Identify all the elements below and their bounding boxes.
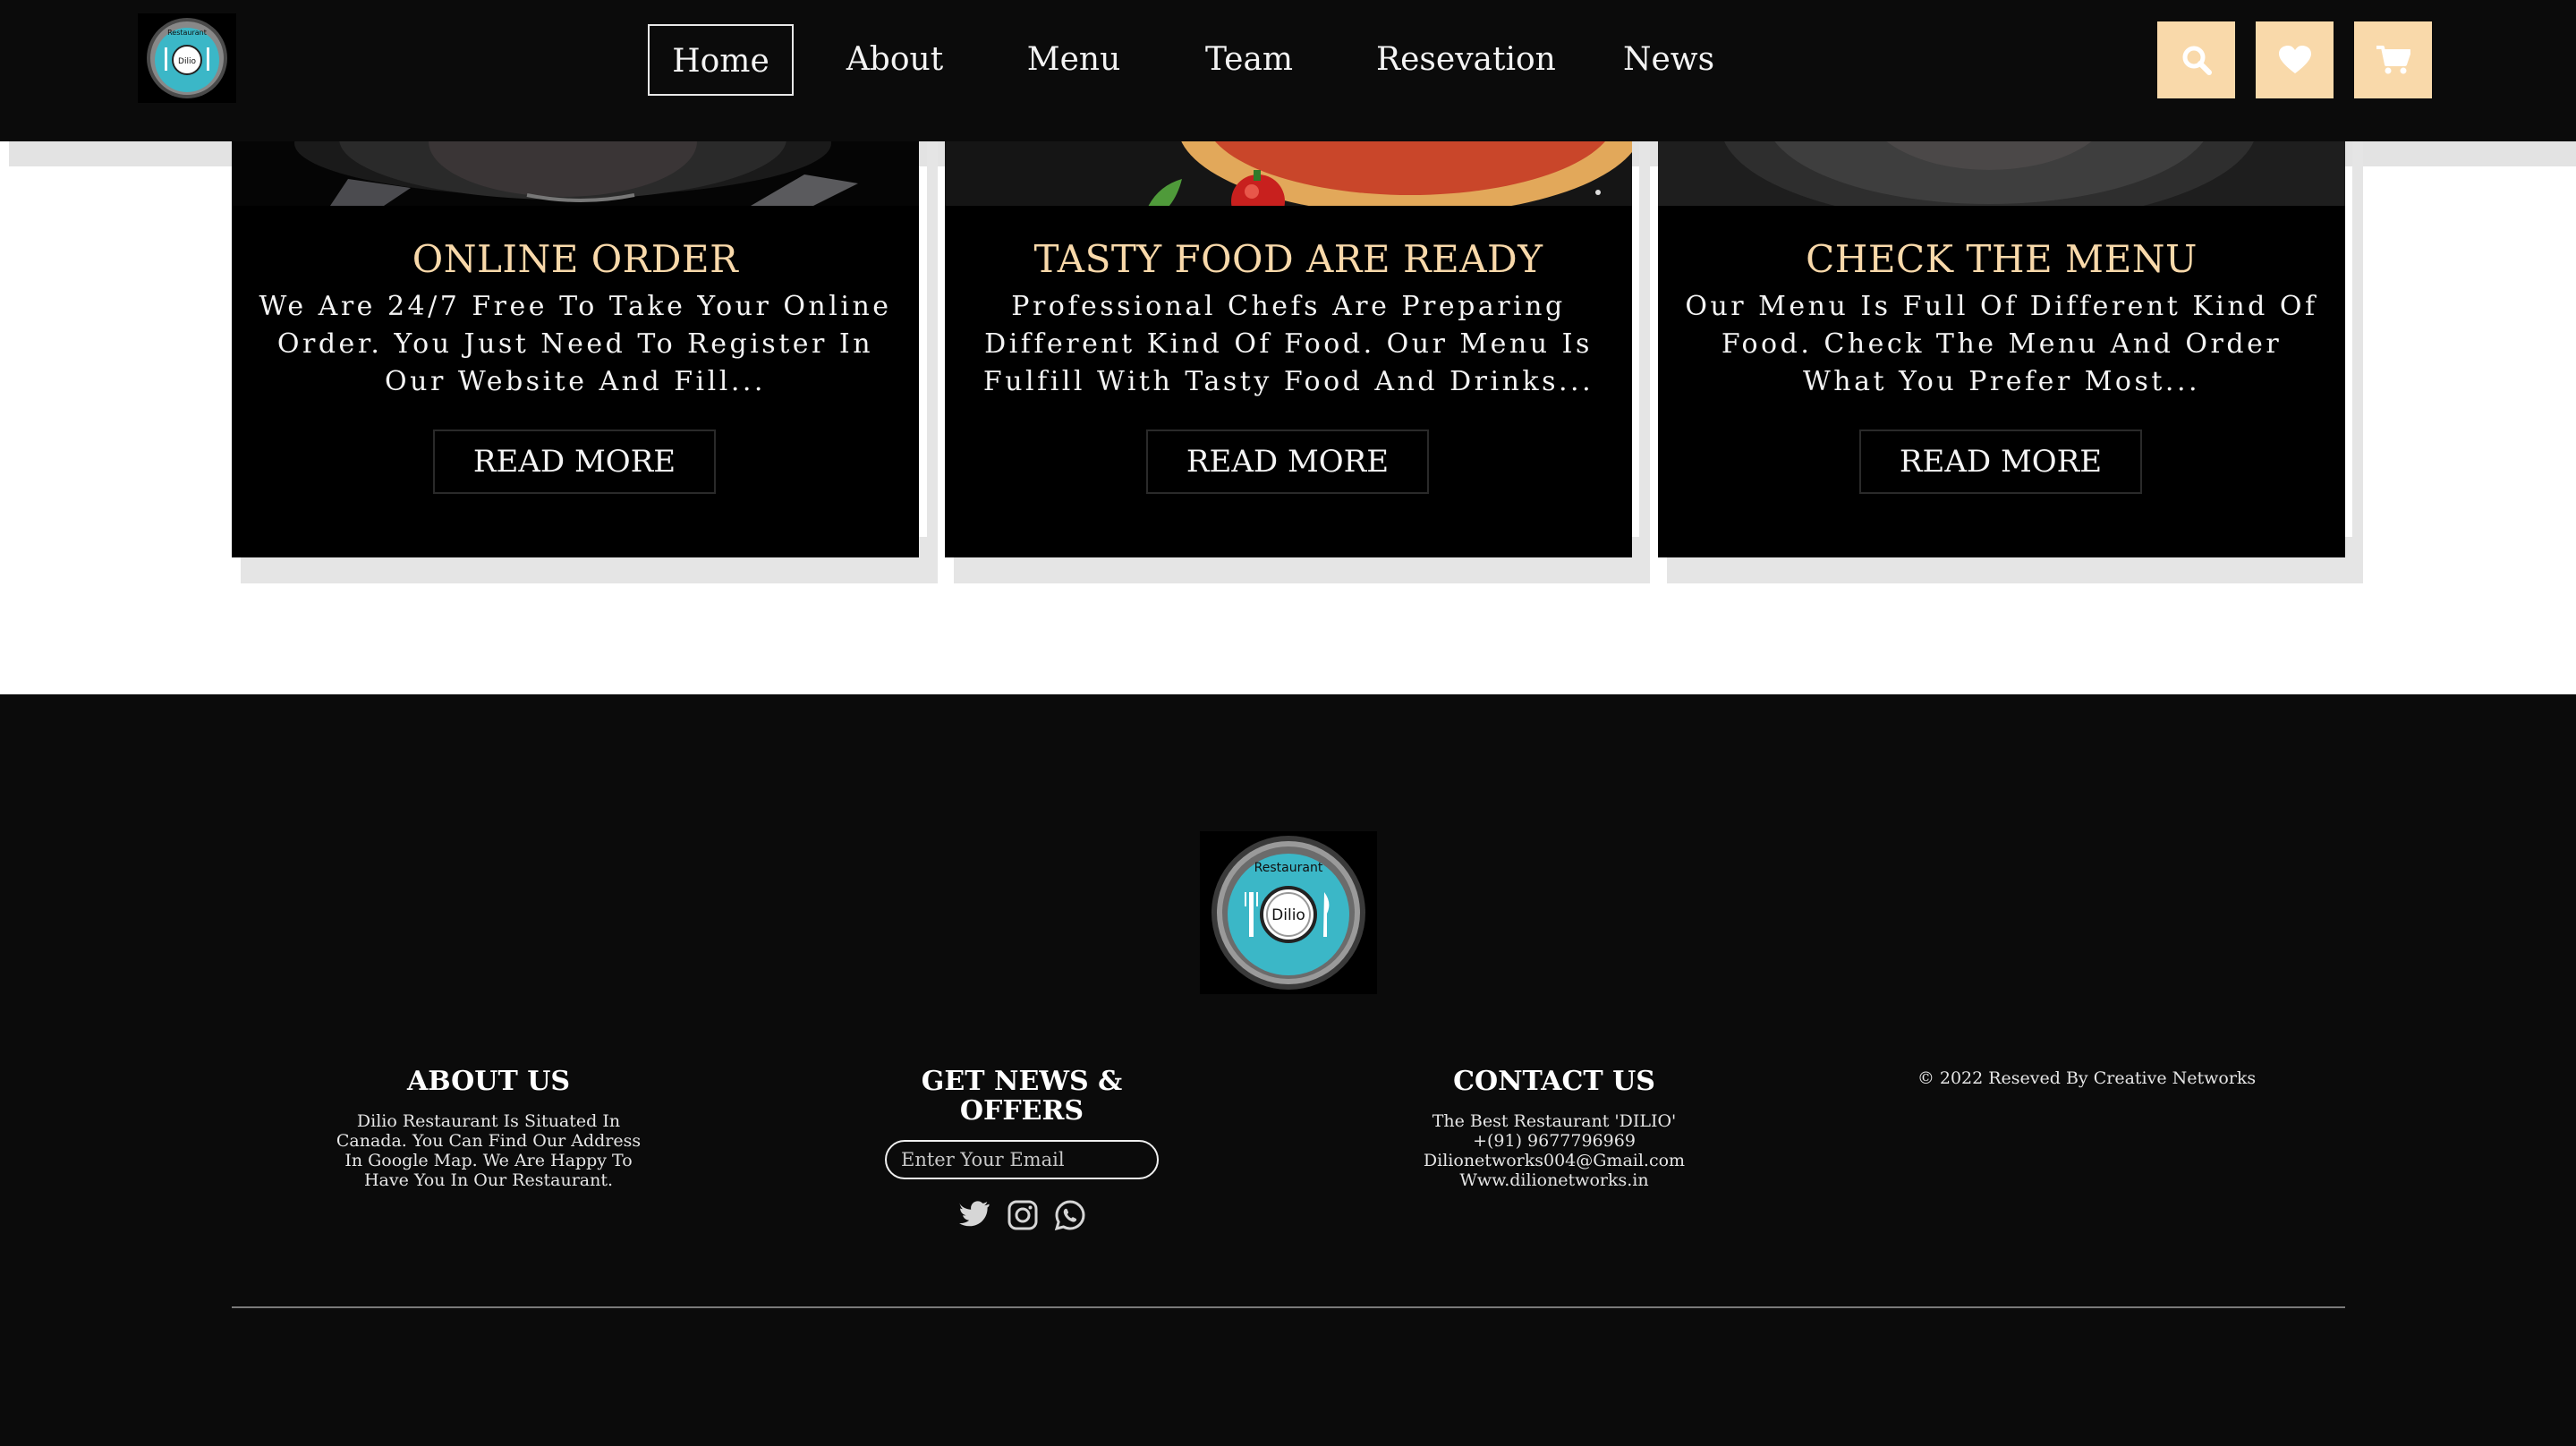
copyright-text: © 2022 Reseved By Creative Networks — [1917, 1068, 2257, 1088]
footer-logo[interactable]: Dilio Restaurant — [1200, 831, 1377, 994]
instagram-icon — [1007, 1200, 1038, 1230]
card-description: Professional Chefs Are Preparing Differe… — [982, 291, 1594, 397]
card-tasty-food: TASTY FOOD ARE READY Professional Chefs … — [945, 89, 1632, 557]
twitter-link[interactable] — [958, 1199, 990, 1231]
contact-email[interactable]: Dilionetworks004@Gmail.com — [1375, 1151, 1733, 1170]
nav-home[interactable]: Home — [648, 24, 794, 96]
search-icon — [2182, 46, 2212, 75]
whatsapp-link[interactable] — [1054, 1199, 1086, 1231]
footer-divider — [232, 1306, 2345, 1308]
card-shadow — [1639, 134, 1650, 583]
site-footer: Dilio Restaurant ABOUT US Dilio Restaura… — [0, 694, 2576, 1446]
nav-news[interactable]: News — [1620, 24, 1718, 96]
heart-icon — [2278, 46, 2311, 73]
nav-team[interactable]: Team — [1195, 24, 1303, 96]
card-shadow — [2352, 134, 2363, 583]
card-title: TASTY FOOD ARE READY — [1033, 237, 1543, 281]
restaurant-logo-icon: Dilio Restaurant — [147, 18, 227, 98]
card-description: Our Menu Is Full Of Different Kind Of Fo… — [1685, 291, 2318, 397]
header-logo[interactable]: Dilio Restaurant — [138, 13, 236, 103]
about-us-text: Dilio Restaurant Is Situated In Canada. … — [336, 1111, 642, 1190]
svg-text:Restaurant: Restaurant — [1254, 861, 1323, 875]
card-description: We Are 24/7 Free To Take Your Online Ord… — [259, 291, 892, 397]
news-offers-title: GET NEWS & OFFERS — [921, 1066, 1123, 1127]
card-shadow — [927, 134, 938, 583]
contact-us-title: CONTACT US — [1453, 1066, 1655, 1097]
svg-text:Dilio: Dilio — [178, 57, 196, 66]
nav-reservation[interactable]: Resevation — [1376, 24, 1556, 96]
email-input[interactable] — [885, 1140, 1159, 1179]
whatsapp-icon — [1054, 1200, 1085, 1231]
site-header: Dilio Restaurant Home About Menu Team Re… — [0, 0, 2576, 141]
svg-text:Restaurant: Restaurant — [167, 29, 207, 37]
contact-website[interactable]: Www.dilionetworks.in — [1375, 1170, 1733, 1190]
cart-button[interactable] — [2354, 21, 2432, 98]
card-check-menu: CHECK THE MENU Our Menu Is Full Of Diffe… — [1658, 89, 2345, 557]
instagram-link[interactable] — [1007, 1199, 1039, 1231]
nav-menu[interactable]: Menu — [1020, 24, 1127, 96]
card-title: ONLINE ORDER — [412, 237, 739, 281]
about-us-title: ABOUT US — [406, 1066, 571, 1097]
card-online-order: ONLINE ORDER We Are 24/7 Free To Take Yo… — [232, 89, 919, 557]
nav-about[interactable]: About — [841, 24, 948, 96]
read-more-button[interactable]: READ MORE — [433, 430, 716, 494]
favorite-button[interactable] — [2256, 21, 2334, 98]
card-title: CHECK THE MENU — [1806, 237, 2198, 281]
contact-us-text: The Best Restaurant 'DILIO' +(91) 967779… — [1375, 1111, 1733, 1190]
twitter-icon — [959, 1201, 990, 1227]
search-button[interactable] — [2157, 21, 2235, 98]
svg-text:Dilio: Dilio — [1271, 906, 1305, 924]
read-more-button[interactable]: READ MORE — [1859, 430, 2142, 494]
cart-icon — [2376, 46, 2410, 74]
read-more-button[interactable]: READ MORE — [1146, 430, 1429, 494]
restaurant-logo-icon: Dilio Restaurant — [1211, 836, 1365, 990]
